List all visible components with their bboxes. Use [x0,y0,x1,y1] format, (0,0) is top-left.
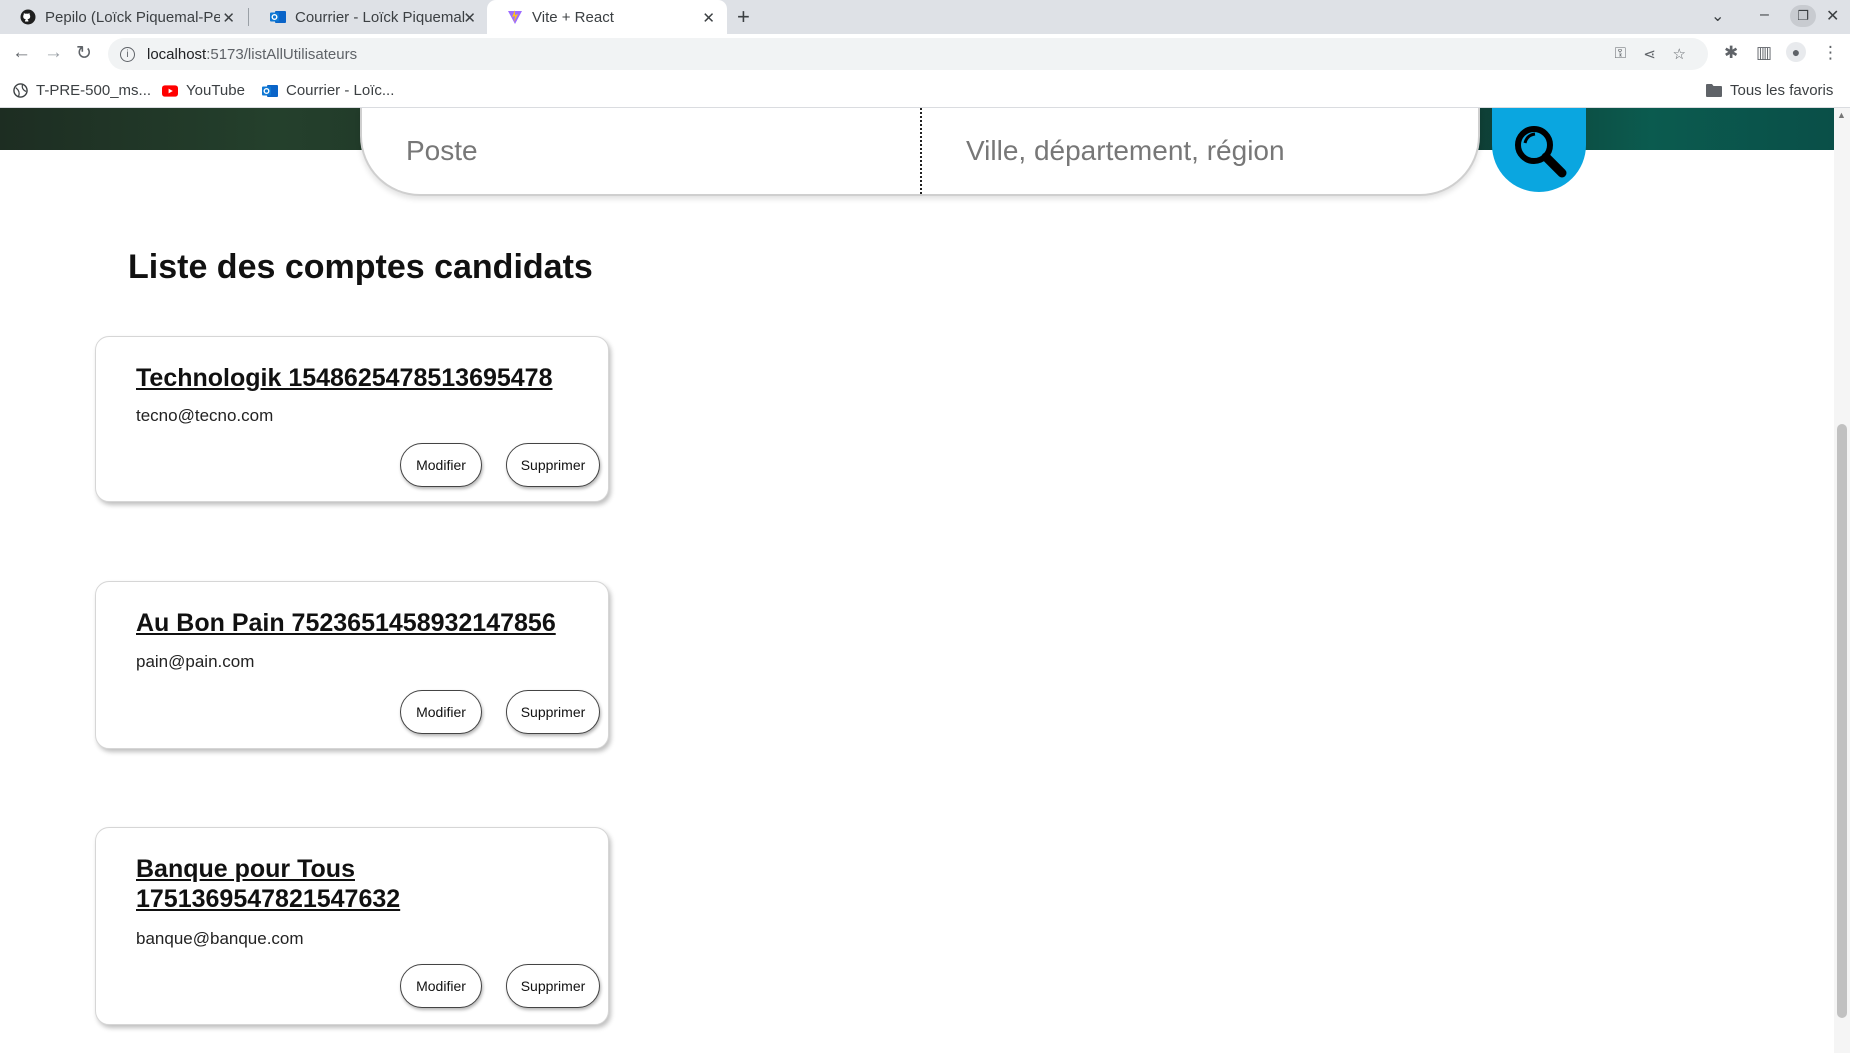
forward-icon[interactable]: → [44,42,63,64]
outlook-icon [270,9,286,25]
close-icon[interactable]: ✕ [702,9,715,27]
bookmark-label: Courrier - Loïc... [286,82,395,99]
tab-vite-react[interactable]: Vite + React ✕ [487,0,727,34]
search-bar [360,108,1480,196]
bookmark-label: YouTube [186,82,245,99]
url-text: localhost:5173/listAllUtilisateurs [147,45,358,63]
page-scrollbar[interactable]: ▲ [1834,108,1850,1053]
company-email: tecno@tecno.com [136,406,274,425]
scroll-up-icon[interactable]: ▲ [1837,110,1846,120]
browser-toolbar: ← → ↻ i localhost:5173/listAllUtilisateu… [0,34,1850,74]
bookmark-item[interactable]: YouTube [162,82,245,99]
tab-title: Pepilo (Loïck Piquemal-Pe [45,8,220,26]
location-input[interactable] [922,108,1442,194]
company-name-link[interactable]: Technologik 1548625478513695478 [136,363,576,393]
new-tab-icon[interactable]: + [737,4,750,30]
company-name-link[interactable]: Banque pour Tous 1751369547821547632 [136,854,436,914]
youtube-icon [162,83,178,99]
vite-icon [507,9,523,25]
search-button[interactable] [1492,108,1586,192]
close-icon[interactable]: ✕ [222,9,235,27]
extensions-icon[interactable]: ✱ [1724,43,1738,63]
delete-button[interactable]: Supprimer [506,690,600,734]
company-email: banque@banque.com [136,929,304,948]
magnifier-icon [1515,126,1567,178]
star-icon[interactable]: ☆ [1673,45,1686,63]
company-name-link[interactable]: Au Bon Pain 7523651458932147856 [136,608,576,638]
globe-icon [12,83,28,99]
edit-button[interactable]: Modifier [400,690,482,734]
github-icon [20,9,36,25]
close-window-icon[interactable]: ✕ [1826,6,1839,26]
folder-icon [1706,83,1722,99]
tab-bar: Pepilo (Loïck Piquemal-Pe ✕ Courrier - L… [0,0,1850,34]
scrollbar-thumb[interactable] [1837,424,1847,1018]
menu-icon[interactable]: ⋮ [1822,43,1839,63]
company-card: Technologik 1548625478513695478 tecno@te… [95,336,609,502]
edit-button[interactable]: Modifier [400,964,482,1008]
all-bookmarks[interactable]: Tous les favoris [1706,82,1833,99]
delete-button[interactable]: Supprimer [506,443,600,487]
bookmark-item[interactable]: Courrier - Loïc... [262,82,394,99]
share-icon[interactable]: ⋖ [1643,45,1656,63]
page-viewport: Liste des comptes candidats Technologik … [0,108,1850,1053]
chevron-down-icon[interactable]: ⌄ [1711,6,1724,26]
job-title-input[interactable] [362,108,918,194]
reload-icon[interactable]: ↻ [76,42,92,65]
tab-title: Vite + React [532,8,614,26]
side-panel-icon[interactable]: ▥ [1756,43,1772,63]
bookmark-label: Tous les favoris [1730,82,1834,99]
bookmark-label: T-PRE-500_ms... [36,82,152,99]
company-card: Au Bon Pain 7523651458932147856 pain@pai… [95,581,609,749]
delete-button[interactable]: Supprimer [506,964,600,1008]
restore-icon[interactable]: ❐ [1790,5,1816,27]
company-card: Banque pour Tous 1751369547821547632 ban… [95,827,609,1025]
outlook-icon [262,83,278,99]
key-icon[interactable]: ⚿ [1615,45,1626,62]
bookmarks-bar: T-PRE-500_ms... YouTube Courrier - Loïc.… [0,74,1850,108]
page-title: Liste des comptes candidats [128,248,593,286]
profile-icon[interactable]: ● [1786,42,1806,62]
minimize-icon[interactable]: – [1760,6,1769,24]
tab-outlook[interactable]: Courrier - Loïck Piquemal ✕ [250,0,488,34]
close-icon[interactable]: ✕ [463,9,476,27]
address-bar[interactable]: i localhost:5173/listAllUtilisateurs ⚿ ⋖… [108,38,1708,70]
company-email: pain@pain.com [136,652,255,671]
tab-github[interactable]: Pepilo (Loïck Piquemal-Pe ✕ [0,0,247,34]
edit-button[interactable]: Modifier [400,443,482,487]
back-icon[interactable]: ← [12,42,31,64]
site-info-icon[interactable]: i [120,46,135,62]
tab-title: Courrier - Loïck Piquemal [295,8,466,26]
bookmark-item[interactable]: T-PRE-500_ms... [12,82,151,99]
